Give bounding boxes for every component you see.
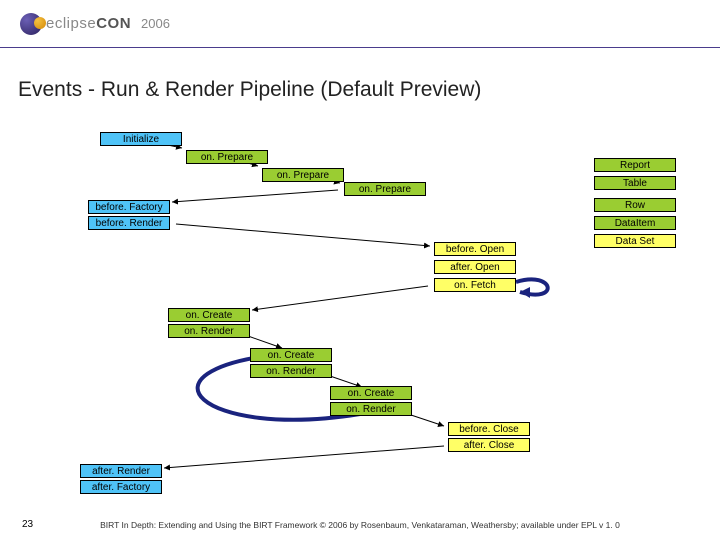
node-afterfactory: after. Factory [80,480,162,494]
node-beforeclose: before. Close [448,422,530,436]
slide-footer: BIRT In Depth: Extending and Using the B… [0,520,720,530]
node-onrender-3: on. Render [330,402,412,416]
node-beforefactory: before. Factory [88,200,170,214]
eclipse-logo-icon [20,13,42,35]
node-beforeopen: before. Open [434,242,516,256]
node-afteropen: after. Open [434,260,516,274]
slide-title: Events - Run & Render Pipeline (Default … [18,78,481,102]
node-onrender-2: on. Render [250,364,332,378]
legend-table: Table [594,176,676,190]
legend-dataitem: DataItem [594,216,676,230]
legend-dataset: Data Set [594,234,676,248]
slide-header: eclipseCON 2006 [0,0,720,48]
node-oncreate-1: on. Create [168,308,250,322]
pipeline-diagram: Initialize on. Prepare on. Prepare on. P… [0,120,720,500]
node-initialize: Initialize [100,132,182,146]
node-onprepare-2: on. Prepare [262,168,344,182]
node-oncreate-3: on. Create [330,386,412,400]
node-afterrender: after. Render [80,464,162,478]
node-onprepare-1: on. Prepare [186,150,268,164]
node-onrender-1: on. Render [168,324,250,338]
node-oncreate-2: on. Create [250,348,332,362]
node-onfetch: on. Fetch [434,278,516,292]
node-afterclose: after. Close [448,438,530,452]
legend-row: Row [594,198,676,212]
node-beforerender: before. Render [88,216,170,230]
brand-year: 2006 [141,16,170,31]
logo: eclipseCON 2006 [20,13,170,35]
brand-text: eclipseCON [46,15,131,32]
node-onprepare-3: on. Prepare [344,182,426,196]
legend-report: Report [594,158,676,172]
